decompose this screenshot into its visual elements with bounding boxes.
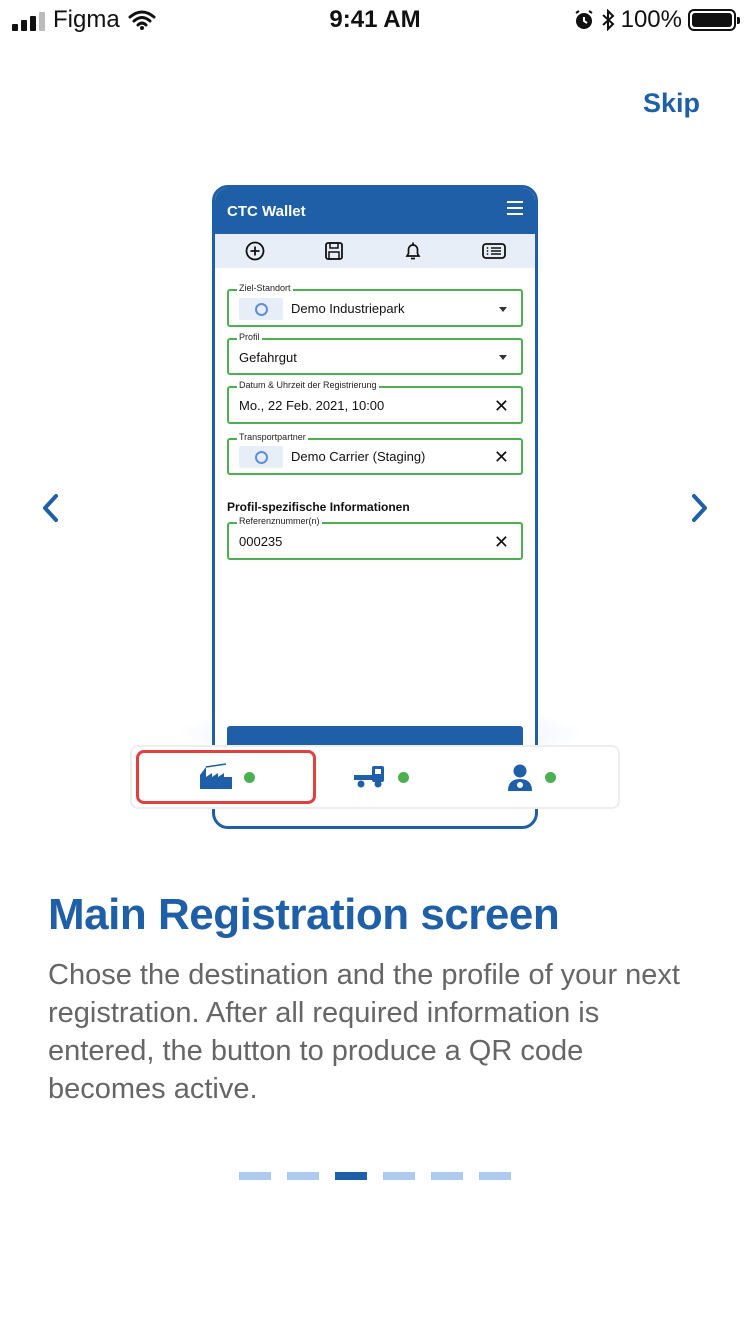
profile-section-title: Profil-spezifische Informationen bbox=[227, 500, 410, 514]
onboarding-title: Main Registration screen bbox=[48, 890, 560, 939]
add-icon bbox=[245, 241, 264, 261]
status-bar: Figma 9:41 AM 100% bbox=[0, 0, 750, 40]
battery-percent: 100% bbox=[620, 6, 682, 33]
status-dot bbox=[243, 771, 255, 783]
reference-label: Referenznummer(n) bbox=[237, 516, 322, 526]
page-dot[interactable] bbox=[287, 1172, 319, 1180]
factory-icon bbox=[199, 763, 232, 789]
mockup-toolbar bbox=[215, 234, 535, 268]
page-dot-active[interactable] bbox=[335, 1172, 367, 1180]
page-dot[interactable] bbox=[431, 1172, 463, 1180]
destination-field[interactable]: Ziel-Standort Demo Industriepark bbox=[227, 283, 523, 327]
location-icon bbox=[239, 298, 283, 320]
next-arrow-icon[interactable] bbox=[684, 490, 714, 526]
truck-icon bbox=[353, 766, 384, 788]
clear-icon[interactable]: ✕ bbox=[494, 448, 509, 466]
dropdown-arrow-icon bbox=[499, 307, 507, 312]
status-dot bbox=[397, 771, 409, 783]
reference-value: 000235 bbox=[239, 534, 283, 549]
dropdown-arrow-icon bbox=[499, 355, 507, 360]
onboarding-description: Chose the destination and the profile of… bbox=[48, 959, 680, 1105]
registration-tabs bbox=[130, 745, 620, 809]
carrier-label: Transportpartner bbox=[237, 432, 308, 442]
page-indicator bbox=[0, 1172, 750, 1180]
driver-icon bbox=[507, 764, 532, 791]
status-dot bbox=[544, 771, 556, 783]
status-right: 100% bbox=[573, 6, 740, 34]
profile-field[interactable]: Profil Gefahrgut bbox=[227, 332, 523, 375]
bell-icon bbox=[404, 242, 421, 260]
profile-value: Gefahrgut bbox=[239, 350, 297, 365]
phone-mockup: CTC Wallet Ziel-Standort Demo Industriep… bbox=[212, 185, 538, 829]
mockup-header: CTC Wallet bbox=[215, 188, 535, 234]
clear-icon[interactable]: ✕ bbox=[494, 533, 509, 551]
page-dot[interactable] bbox=[479, 1172, 511, 1180]
datetime-field[interactable]: Datum & Uhrzeit der Registrierung Mo., 2… bbox=[227, 380, 523, 424]
carrier-field[interactable]: Transportpartner Demo Carrier (Staging) … bbox=[227, 432, 523, 475]
destination-label: Ziel-Standort bbox=[237, 283, 293, 293]
profile-label: Profil bbox=[237, 332, 262, 342]
reference-field[interactable]: Referenznummer(n) 000235 ✕ bbox=[227, 516, 523, 560]
destination-value: Demo Industriepark bbox=[291, 301, 405, 316]
tab-destination[interactable] bbox=[136, 750, 316, 804]
battery-icon bbox=[688, 9, 740, 31]
menu-icon bbox=[507, 201, 523, 219]
mockup-app-title: CTC Wallet bbox=[227, 203, 306, 220]
carrier-value: Demo Carrier (Staging) bbox=[291, 449, 426, 464]
skip-button[interactable]: Skip bbox=[643, 88, 700, 119]
page-dot[interactable] bbox=[239, 1172, 271, 1180]
bluetooth-icon bbox=[601, 9, 615, 31]
carrier-avatar-icon bbox=[239, 446, 283, 468]
page-dot[interactable] bbox=[383, 1172, 415, 1180]
save-icon bbox=[324, 242, 343, 260]
previous-arrow-icon[interactable] bbox=[36, 490, 66, 526]
tab-driver[interactable] bbox=[442, 747, 618, 807]
alarm-icon bbox=[575, 10, 593, 29]
datetime-value: Mo., 22 Feb. 2021, 10:00 bbox=[239, 398, 385, 413]
datetime-label: Datum & Uhrzeit der Registrierung bbox=[237, 380, 379, 390]
clear-icon[interactable]: ✕ bbox=[494, 397, 509, 415]
ticket-list-icon bbox=[481, 243, 506, 259]
